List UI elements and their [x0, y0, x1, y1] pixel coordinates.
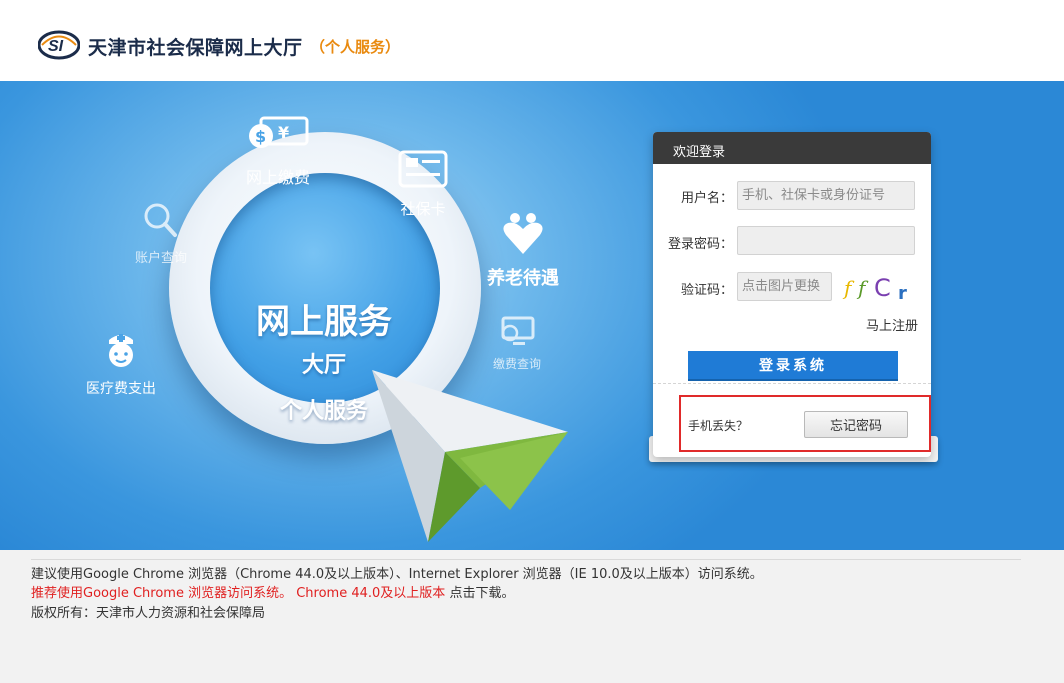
heart-people-icon — [503, 213, 543, 254]
captcha-input[interactable] — [737, 272, 832, 301]
password-input[interactable] — [737, 226, 915, 255]
feature-payment-query[interactable]: 缴费查询 — [485, 316, 549, 372]
phone-lost-link[interactable]: 手机丢失？ — [688, 417, 748, 434]
center-title: 网上服务 — [256, 302, 392, 342]
site-title: 天津市社会保障网上大厅 — [88, 37, 303, 59]
svg-text:r: r — [898, 283, 907, 303]
captcha-label: 验证码： — [680, 283, 733, 298]
svg-text:f: f — [842, 276, 855, 300]
search-icon — [144, 203, 177, 237]
svg-text:¥: ¥ — [278, 123, 289, 142]
footer-browser-tip: 建议使用Google Chrome 浏览器（Chrome 44.0及以上版本）、… — [31, 567, 763, 582]
feature-social-card-label: 社保卡 — [400, 200, 446, 218]
feature-payment-query-label: 缴费查询 — [492, 357, 541, 371]
money-icon: ¥ $ — [249, 116, 309, 148]
captcha-image[interactable]: f f C r — [838, 271, 916, 303]
si-logo-icon: SI — [38, 30, 80, 60]
footer-download-link[interactable]: 点击下载。 — [445, 586, 514, 601]
register-link[interactable]: 马上注册 — [866, 315, 918, 334]
login-button[interactable]: 登录系统 — [688, 351, 898, 381]
username-input[interactable] — [737, 181, 915, 210]
monitor-icon — [501, 316, 535, 345]
svg-text:SI: SI — [48, 38, 64, 55]
login-panel-header: 欢迎登录 — [653, 132, 931, 164]
password-label: 登录密码： — [667, 237, 733, 252]
svg-text:$: $ — [255, 127, 266, 146]
feature-pension-label: 养老待遇 — [487, 268, 559, 289]
footer-divider — [31, 559, 1021, 560]
feature-medical-expense-label: 医疗费支出 — [86, 381, 156, 397]
feature-online-payment[interactable]: ¥ $ 网上缴费 — [240, 114, 316, 188]
login-panel-title: 欢迎登录 — [673, 145, 726, 160]
page: SI 天津市社会保障网上大厅 （个人服务） 网上服务 大厅 个人服务 ¥ $ 网… — [0, 0, 1064, 683]
forget-password-button[interactable]: 忘记密码 — [804, 411, 908, 438]
feature-medical-expense[interactable]: 医疗费支出 — [80, 330, 162, 398]
card-icon — [398, 150, 448, 188]
nurse-icon — [109, 334, 133, 367]
feature-online-payment-label: 网上缴费 — [245, 168, 310, 187]
feature-account-query-label: 账户查询 — [134, 251, 187, 266]
feature-social-card[interactable]: 社保卡 — [392, 150, 454, 219]
paper-plane-icon — [372, 370, 568, 542]
header: SI 天津市社会保障网上大厅 （个人服务） — [0, 0, 1064, 81]
svg-text:C: C — [874, 274, 891, 302]
footer-recommend-text: 推荐使用Google Chrome 浏览器访问系统。 Chrome 44.0及以… — [31, 586, 446, 601]
divider — [653, 383, 931, 384]
site-subtitle: （个人服务） — [310, 38, 401, 56]
feature-account-query[interactable]: 账户查询 — [128, 201, 194, 266]
footer-copyright: 版权所有：天津市人力资源和社会保障局 — [31, 606, 266, 621]
footer-recommend: 推荐使用Google Chrome 浏览器访问系统。 Chrome 44.0及以… — [31, 582, 514, 601]
svg-text:f: f — [856, 276, 869, 300]
feature-pension[interactable]: 养老待遇 — [478, 210, 568, 290]
username-label: 用户名： — [680, 191, 733, 206]
